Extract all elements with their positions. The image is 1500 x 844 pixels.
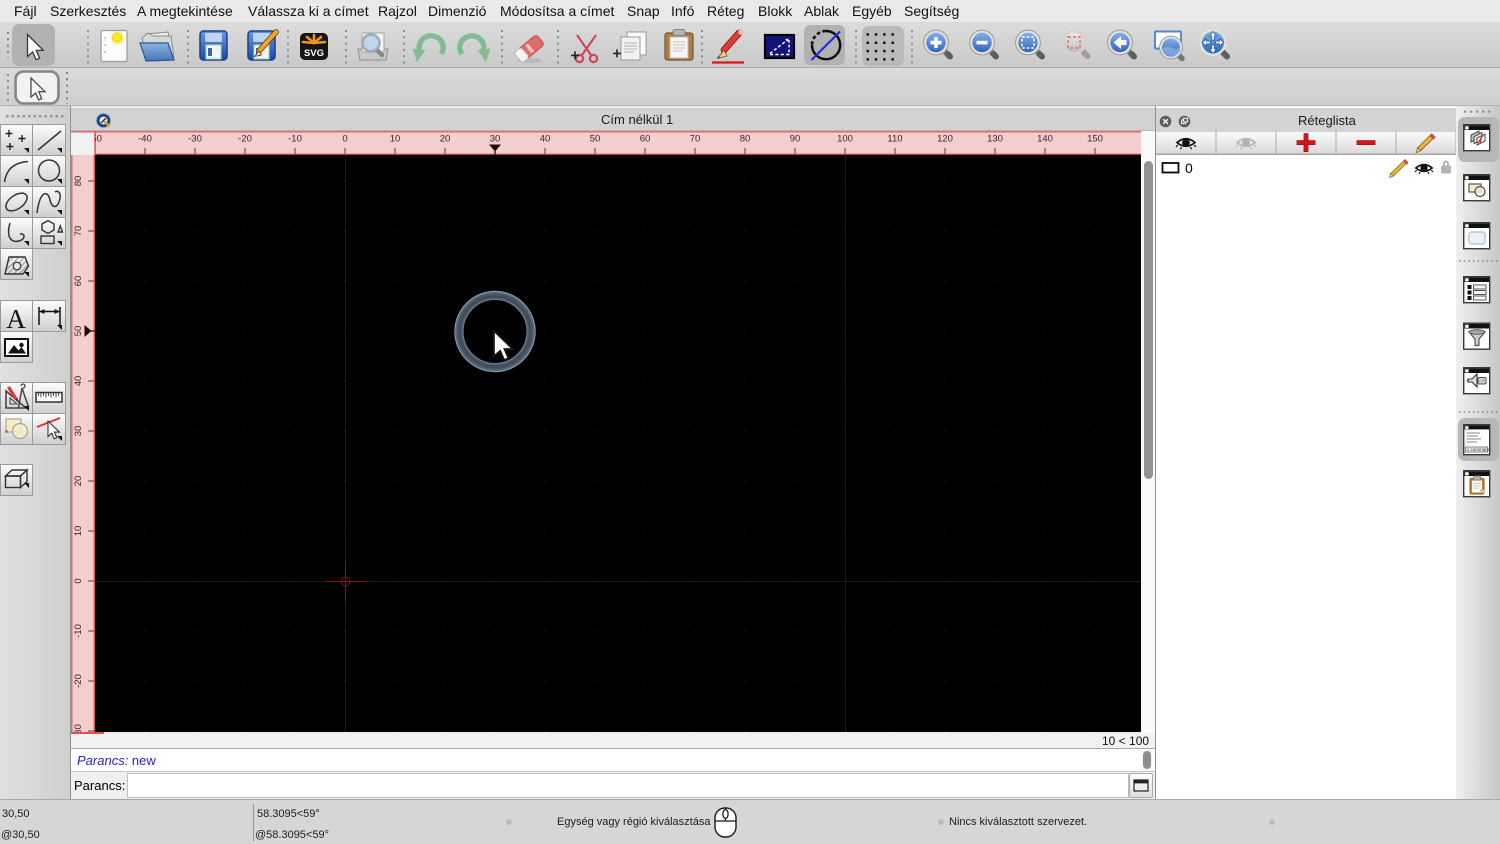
svg-text:40: 40 — [540, 134, 551, 145]
svg-text:60: 60 — [640, 134, 651, 145]
svg-text:30: 30 — [490, 134, 501, 145]
svg-text:-40: -40 — [138, 134, 152, 145]
svg-text:50: 50 — [590, 134, 601, 145]
svg-text:10: 10 — [390, 134, 401, 145]
svg-text:-20: -20 — [238, 134, 252, 145]
svg-text:-10: -10 — [73, 624, 84, 638]
svg-text:20: 20 — [73, 476, 84, 487]
svg-text:140: 140 — [1037, 134, 1053, 145]
svg-text:90: 90 — [790, 134, 801, 145]
svg-text:80: 80 — [73, 176, 84, 187]
svg-text:10: 10 — [73, 526, 84, 537]
svg-text:0: 0 — [73, 578, 84, 583]
svg-text:130: 130 — [987, 134, 1003, 145]
svg-text:80: 80 — [740, 134, 751, 145]
svg-text:-50: -50 — [88, 134, 102, 145]
svg-text:110: 110 — [887, 134, 902, 145]
svg-text:60: 60 — [73, 276, 84, 287]
svg-text:A: A — [6, 304, 26, 334]
svg-text:150: 150 — [1087, 134, 1103, 145]
svg-text:100: 100 — [837, 134, 853, 145]
svg-text:SVG: SVG — [304, 48, 324, 59]
svg-text:40: 40 — [73, 376, 84, 387]
svg-text:c command: c command — [1467, 447, 1491, 452]
svg-text:70: 70 — [73, 226, 84, 237]
svg-text:50: 50 — [73, 326, 84, 337]
svg-text:0: 0 — [342, 134, 347, 145]
svg-text:-20: -20 — [73, 674, 84, 688]
svg-text:30: 30 — [73, 426, 84, 437]
svg-text:120: 120 — [937, 134, 953, 145]
svg-text:70: 70 — [690, 134, 701, 145]
svg-text:-10: -10 — [288, 134, 302, 145]
svg-text:20: 20 — [440, 134, 451, 145]
svg-text:0: 0 — [1185, 160, 1193, 176]
svg-text:-30: -30 — [188, 134, 202, 145]
